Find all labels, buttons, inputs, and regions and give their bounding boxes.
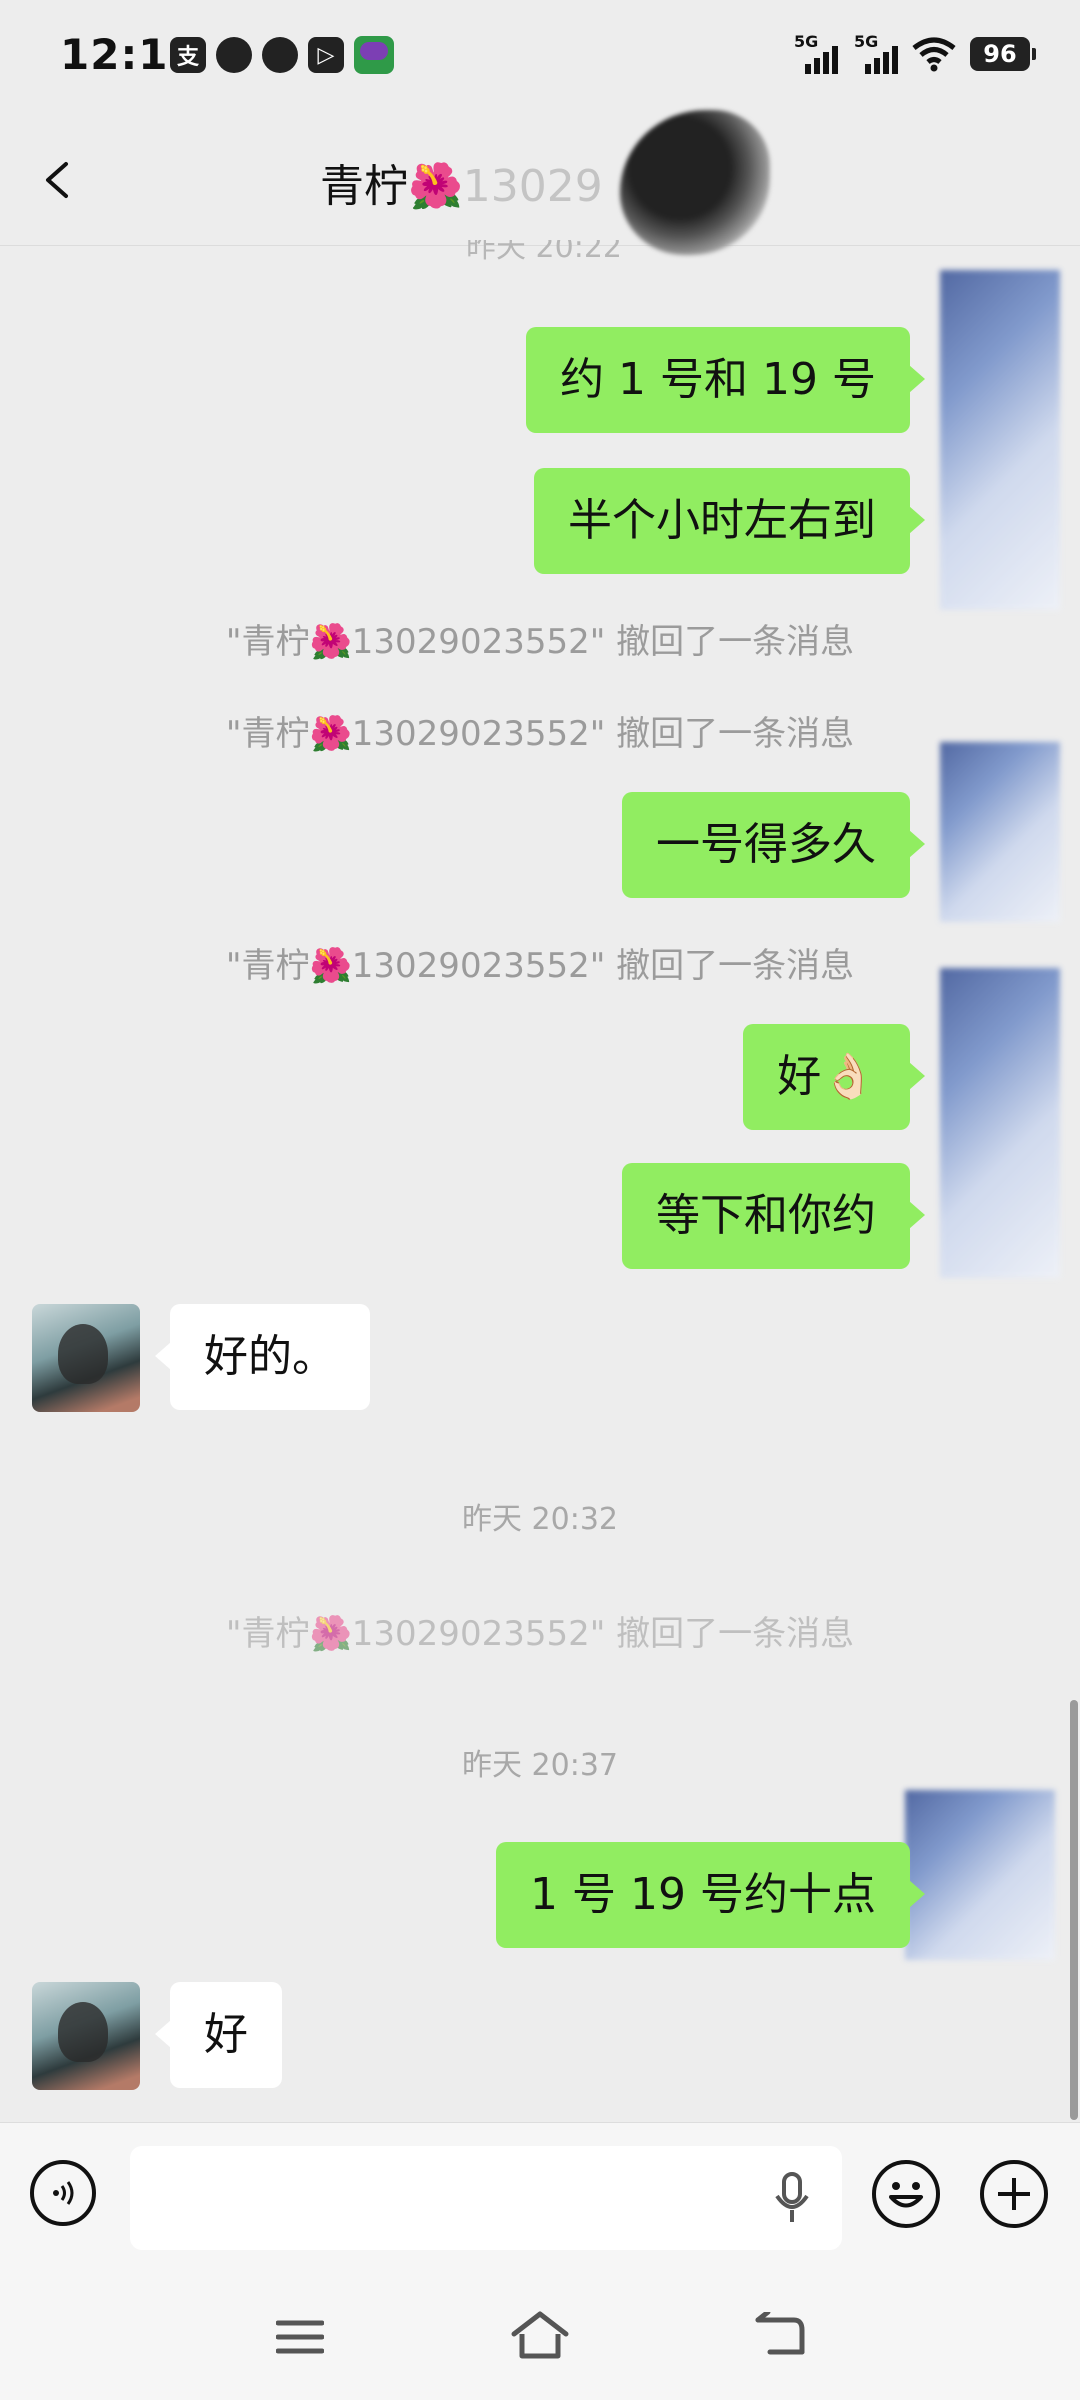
contact-avatar[interactable] xyxy=(32,1304,140,1412)
menu-icon[interactable] xyxy=(276,2318,324,2356)
scrollbar[interactable] xyxy=(1070,1700,1078,2120)
my-message-bubble[interactable]: 一号得多久 xyxy=(622,792,925,898)
more-actions-button[interactable] xyxy=(980,2160,1048,2228)
voice-input-button[interactable] xyxy=(30,2160,96,2226)
status-system-icons: 5G 5G 96 xyxy=(792,32,1036,74)
contact-number-faded: 13029 xyxy=(462,161,603,212)
my-message-bubble[interactable]: 约 1 号和 19 号 xyxy=(526,327,925,433)
my-message-bubble[interactable]: 半个小时左右到 xyxy=(534,468,925,574)
flower-emoji: 🌺 xyxy=(408,161,463,212)
back-nav-icon[interactable] xyxy=(754,2312,806,2360)
chat-title: 青柠🌺13029 xyxy=(320,150,603,214)
timestamp: 昨天 20:37 xyxy=(462,1748,618,1783)
my-message-bubble[interactable]: 1 号 19 号约十点 xyxy=(496,1842,925,1948)
smiley-icon xyxy=(889,2182,923,2208)
recall-notice: "青柠🌺13029023552" 撤回了一条消息 xyxy=(225,622,855,662)
contact-avatar[interactable] xyxy=(32,1982,140,2090)
timestamp: 昨天 20:32 xyxy=(462,1502,618,1537)
back-arrow-icon[interactable] xyxy=(38,160,78,200)
my-avatar[interactable] xyxy=(905,1790,1055,1960)
voice-wave-icon xyxy=(53,2181,74,2205)
status-notification-icons: 支 ▷ xyxy=(170,36,394,74)
recall-notice: "青柠🌺13029023552" 撤回了一条消息 xyxy=(225,1614,855,1654)
wifi-icon xyxy=(912,37,956,72)
signal-icon-2: 5G xyxy=(852,32,898,74)
game-app-icon xyxy=(354,36,394,74)
video-icon: ▷ xyxy=(308,37,344,73)
emoji-button[interactable] xyxy=(872,2160,940,2228)
their-message-bubble[interactable]: 好 xyxy=(155,1982,282,2088)
their-message-bubble[interactable]: 好的。 xyxy=(155,1304,370,1410)
qq-icon xyxy=(262,37,298,73)
my-avatar[interactable] xyxy=(940,270,1060,610)
microphone-icon[interactable] xyxy=(772,2170,812,2226)
my-avatar[interactable] xyxy=(940,742,1060,922)
quark-icon xyxy=(216,37,252,73)
my-avatar[interactable] xyxy=(940,968,1060,1278)
my-message-bubble[interactable]: 等下和你约 xyxy=(622,1163,925,1269)
home-icon[interactable] xyxy=(510,2310,570,2362)
recall-notice: "青柠🌺13029023552" 撤回了一条消息 xyxy=(225,946,855,986)
plus-icon xyxy=(998,2178,1030,2210)
contact-name: 青柠 xyxy=(320,161,408,212)
my-message-bubble[interactable]: 好👌🏻 xyxy=(743,1024,925,1130)
message-input[interactable] xyxy=(130,2146,842,2250)
alipay-icon: 支 xyxy=(170,37,206,73)
battery-icon: 96 xyxy=(970,37,1036,71)
signal-icon: 5G xyxy=(792,32,838,74)
recall-notice: "青柠🌺13029023552" 撤回了一条消息 xyxy=(225,714,855,754)
